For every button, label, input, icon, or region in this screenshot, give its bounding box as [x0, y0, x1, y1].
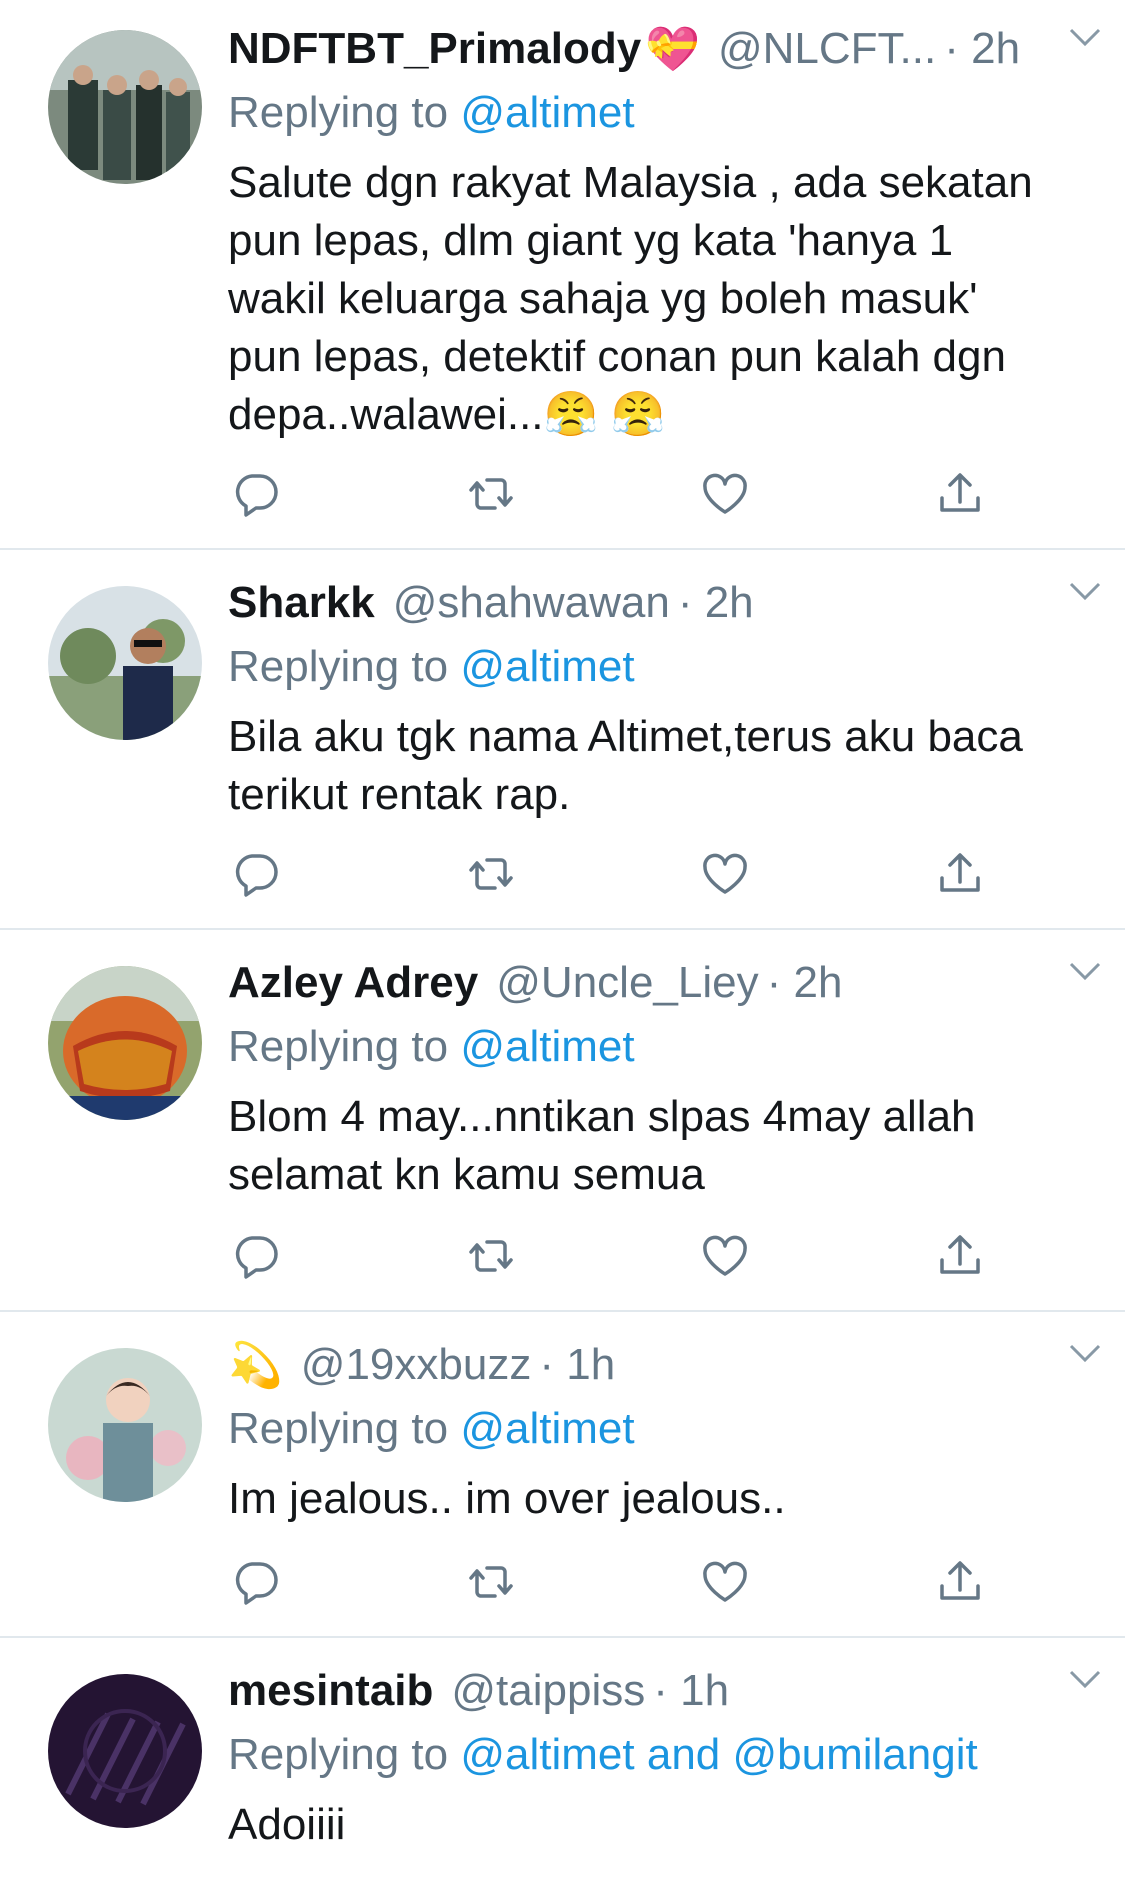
replying-to-label: Replying to: [228, 1730, 461, 1779]
user-handle[interactable]: @taippiss: [451, 1666, 645, 1716]
replying-to: Replying to @altimet: [228, 1400, 1085, 1458]
tweet[interactable]: mesintaib @taippiss · 1h Replying to @al…: [0, 1638, 1125, 1879]
display-name[interactable]: NDFTBT_Primalody: [228, 24, 641, 74]
share-button[interactable]: [932, 466, 988, 522]
share-button[interactable]: [932, 1554, 988, 1610]
tweet-header: Azley Adrey @Uncle_Liey · 2h: [228, 952, 1085, 1014]
chevron-down-icon[interactable]: [1065, 576, 1105, 606]
reply-button[interactable]: [228, 846, 284, 902]
reply-icon: [235, 854, 278, 897]
mention-link[interactable]: @altimet: [460, 88, 634, 137]
avatar[interactable]: [48, 586, 202, 740]
timestamp[interactable]: · 2h: [767, 958, 843, 1008]
like-button[interactable]: [697, 1554, 753, 1610]
share-button[interactable]: [932, 1228, 988, 1284]
user-handle[interactable]: @NLCFT...: [718, 24, 936, 74]
share-icon: [940, 1235, 980, 1274]
tweet-header: Sharkk @shahwawan · 2h: [228, 572, 1085, 634]
retweet-icon: [468, 478, 513, 510]
like-icon: [703, 853, 748, 894]
share-icon: [940, 853, 980, 892]
user-handle[interactable]: @19xxbuzz: [301, 1340, 532, 1390]
tweet-header: 💫 @19xxbuzz · 1h: [228, 1334, 1085, 1396]
chevron-down-icon[interactable]: [1065, 956, 1105, 986]
retweet-icon: [468, 858, 513, 890]
replying-to-label: Replying to: [228, 642, 461, 691]
reply-icon: [235, 474, 278, 517]
tweet-header: NDFTBT_Primalody 💝 @NLCFT... · 2h: [228, 18, 1085, 80]
retweet-button[interactable]: [463, 1554, 519, 1610]
retweet-icon: [468, 1240, 513, 1272]
retweet-icon: [468, 1566, 513, 1598]
mention-link[interactable]: @altimet: [460, 1404, 634, 1453]
timestamp[interactable]: · 1h: [653, 1666, 729, 1716]
user-handle[interactable]: @shahwawan: [393, 578, 670, 628]
replying-to: Replying to @altimet and @bumilangit: [228, 1726, 1085, 1784]
tweet-text: Blom 4 may...nntikan slpas 4may allah se…: [228, 1092, 976, 1199]
dizzy-star-emoji: 💫: [228, 1341, 283, 1390]
mention-link[interactable]: @altimet and @bumilangit: [460, 1730, 977, 1779]
timestamp[interactable]: · 2h: [678, 578, 754, 628]
like-button[interactable]: [697, 1228, 753, 1284]
reply-button[interactable]: [228, 1554, 284, 1610]
reply-icon: [235, 1562, 278, 1605]
like-icon: [703, 1235, 748, 1276]
share-button[interactable]: [932, 846, 988, 902]
tweet-header: mesintaib @taippiss · 1h: [228, 1660, 1085, 1722]
avatar[interactable]: [48, 1348, 202, 1502]
replying-to-label: Replying to: [228, 1404, 461, 1453]
tweet[interactable]: NDFTBT_Primalody 💝 @NLCFT... · 2h Replyi…: [0, 0, 1125, 550]
tweet-actions: [228, 1554, 988, 1610]
reply-icon: [235, 1236, 278, 1279]
avatar[interactable]: [48, 966, 202, 1120]
reply-button[interactable]: [228, 1228, 284, 1284]
like-icon: [703, 473, 748, 514]
heart-gift-emoji: 💝: [645, 25, 700, 74]
mention-link[interactable]: @altimet: [460, 642, 634, 691]
replying-to: Replying to @altimet: [228, 638, 1085, 696]
share-icon: [940, 1561, 980, 1600]
share-icon: [940, 473, 980, 512]
display-name[interactable]: Azley Adrey: [228, 958, 478, 1008]
avatar[interactable]: [48, 30, 202, 184]
tweet-text: Salute dgn rakyat Malaysia , ada sekatan…: [228, 158, 1033, 439]
like-button[interactable]: [697, 846, 753, 902]
replying-to-label: Replying to: [228, 88, 461, 137]
chevron-down-icon[interactable]: [1065, 1664, 1105, 1694]
timestamp[interactable]: · 2h: [944, 24, 1020, 74]
tweet-actions: [228, 1228, 988, 1284]
tweet-text: Adoiiii: [228, 1800, 346, 1849]
display-name[interactable]: mesintaib: [228, 1666, 433, 1716]
user-handle[interactable]: @Uncle_Liey: [496, 958, 758, 1008]
tweet[interactable]: 💫 @19xxbuzz · 1h Replying to @altimet Im…: [0, 1312, 1125, 1638]
retweet-button[interactable]: [463, 1228, 519, 1284]
like-button[interactable]: [697, 466, 753, 522]
replying-to: Replying to @altimet: [228, 1018, 1085, 1076]
display-name[interactable]: Sharkk: [228, 578, 375, 628]
chevron-down-icon[interactable]: [1065, 1338, 1105, 1368]
replying-to: Replying to @altimet: [228, 84, 1085, 142]
mention-link[interactable]: @altimet: [460, 1022, 634, 1071]
timestamp[interactable]: · 1h: [539, 1340, 615, 1390]
tweet-text: Bila aku tgk nama Altimet,terus aku baca…: [228, 712, 1023, 819]
tweet[interactable]: Sharkk @shahwawan · 2h Replying to @alti…: [0, 550, 1125, 930]
tweet-text: Im jealous.. im over jealous..: [228, 1474, 786, 1523]
retweet-button[interactable]: [463, 846, 519, 902]
chevron-down-icon[interactable]: [1065, 22, 1105, 52]
retweet-button[interactable]: [463, 466, 519, 522]
tweet[interactable]: Azley Adrey @Uncle_Liey · 2h Replying to…: [0, 930, 1125, 1312]
avatar[interactable]: [48, 1674, 202, 1828]
tweet-actions: [228, 846, 988, 902]
reply-button[interactable]: [228, 466, 284, 522]
tweet-actions: [228, 466, 988, 522]
like-icon: [703, 1561, 748, 1602]
replying-to-label: Replying to: [228, 1022, 461, 1071]
